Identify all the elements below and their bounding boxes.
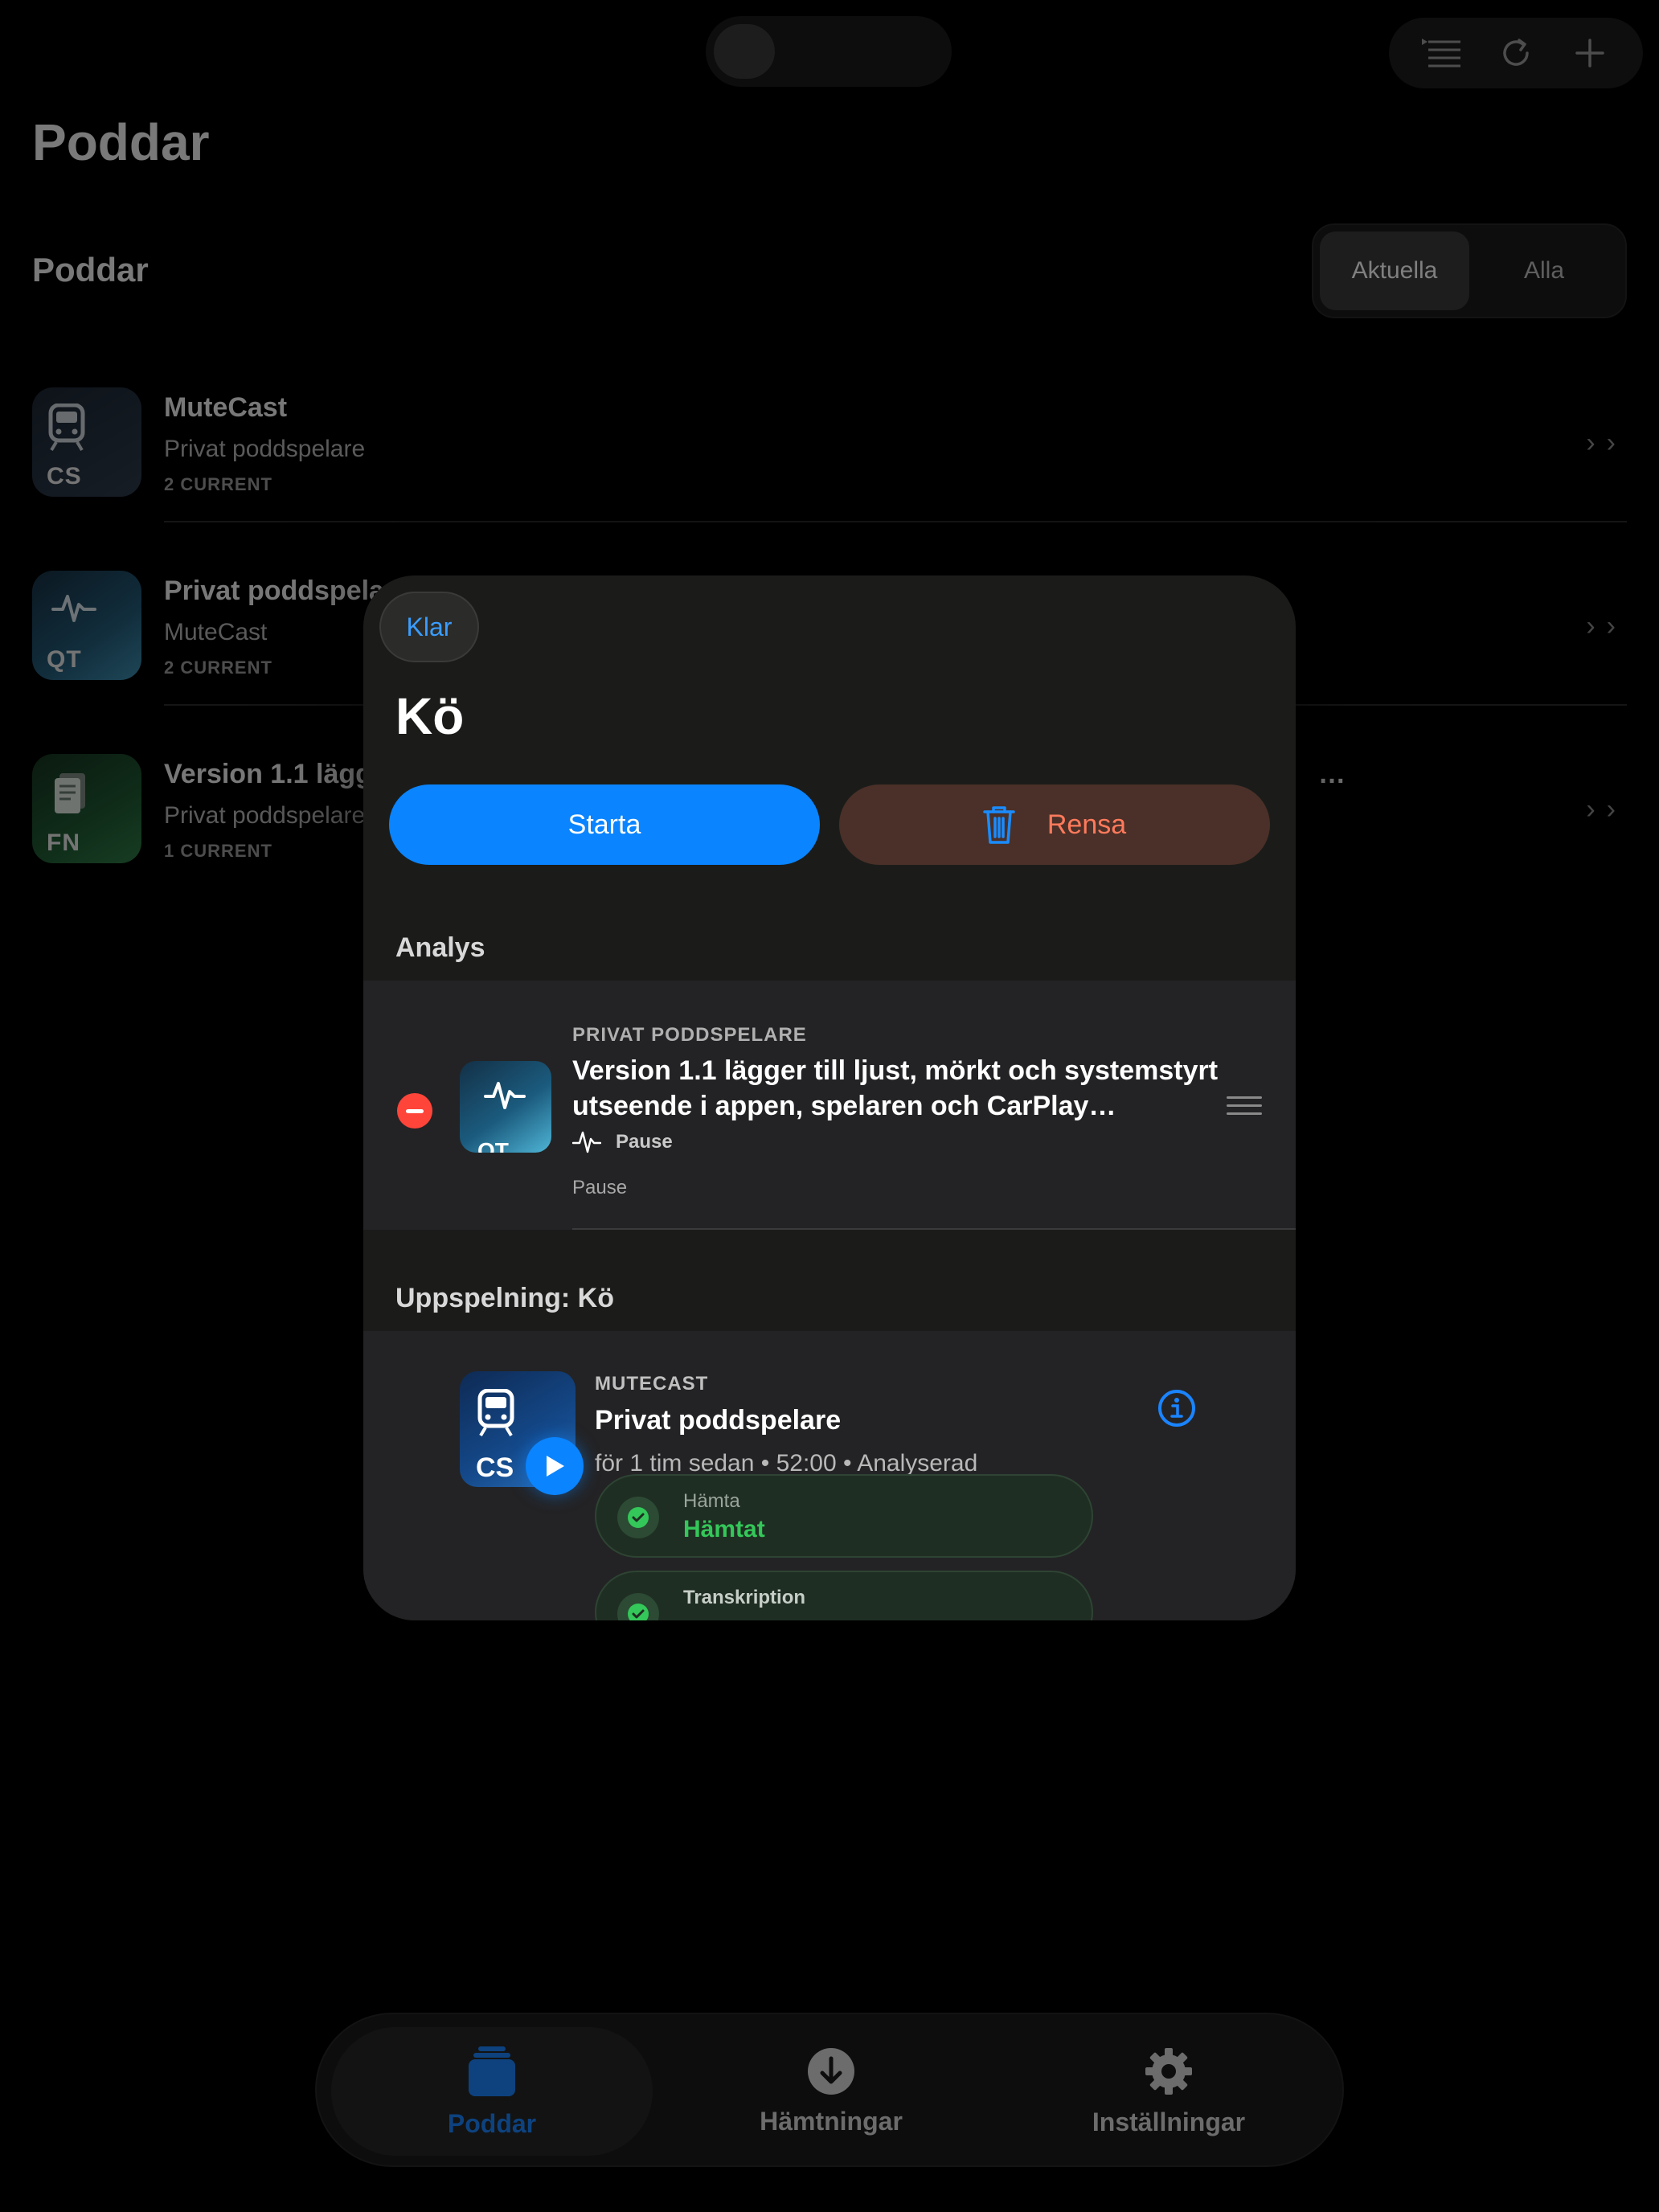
check-icon xyxy=(617,1497,659,1538)
step-value: Hämtat xyxy=(683,1516,765,1542)
start-button-label: Starta xyxy=(567,809,641,840)
episode-meta: för 1 tim sedan • 52:00 • Analyserad xyxy=(595,1450,978,1477)
step-caption: Hämta xyxy=(683,1490,740,1512)
reorder-handle-icon[interactable] xyxy=(1227,1096,1262,1120)
episode-title: Privat poddspelare xyxy=(595,1405,842,1436)
episode-badge: CS xyxy=(476,1452,514,1483)
episode-podcast-name: MUTECAST xyxy=(595,1373,709,1395)
remove-icon[interactable] xyxy=(397,1093,432,1129)
step-download: Hämta Hämtat xyxy=(595,1474,1093,1558)
status-label: Pause xyxy=(616,1131,673,1153)
row-divider xyxy=(572,1228,1296,1230)
episode-status: Pause xyxy=(572,1130,673,1154)
waveform-icon xyxy=(484,1079,526,1116)
clear-button-label: Rensa xyxy=(1047,809,1127,840)
analysis-header: Analys xyxy=(395,932,485,963)
start-button[interactable]: Starta xyxy=(389,784,820,865)
step-caption: Transkription xyxy=(683,1587,806,1608)
play-button[interactable] xyxy=(526,1437,584,1495)
episode-podcast-name: PRIVAT PODDSPELARE xyxy=(572,1024,807,1046)
done-button[interactable]: Klar xyxy=(379,592,479,662)
queue-sheet: Klar Kö Starta Rensa Analys QT PRIVAT PO… xyxy=(363,576,1296,1620)
clear-button[interactable]: Rensa xyxy=(839,784,1270,865)
info-icon[interactable] xyxy=(1157,1389,1196,1432)
queue-header: Uppspelning: Kö xyxy=(395,1283,614,1313)
waveform-icon xyxy=(572,1131,601,1153)
trash-icon xyxy=(983,806,1015,844)
train-icon xyxy=(477,1388,514,1441)
episode-badge: QT xyxy=(477,1138,509,1153)
queue-item[interactable]: CS MUTECAST Privat poddspelare för 1 tim… xyxy=(363,1331,1296,1620)
episode-artwork: QT xyxy=(460,1061,551,1153)
sheet-title: Kö xyxy=(395,687,465,745)
analysis-item[interactable]: QT PRIVAT PODDSPELARE Version 1.1 lägger… xyxy=(363,981,1296,1230)
play-icon xyxy=(547,1456,564,1477)
step-transcription: Transkription xyxy=(595,1571,1093,1620)
check-icon xyxy=(617,1593,659,1620)
status-text: Pause xyxy=(572,1177,628,1198)
episode-title: Version 1.1 lägger till ljust, mörkt och… xyxy=(572,1055,1219,1121)
